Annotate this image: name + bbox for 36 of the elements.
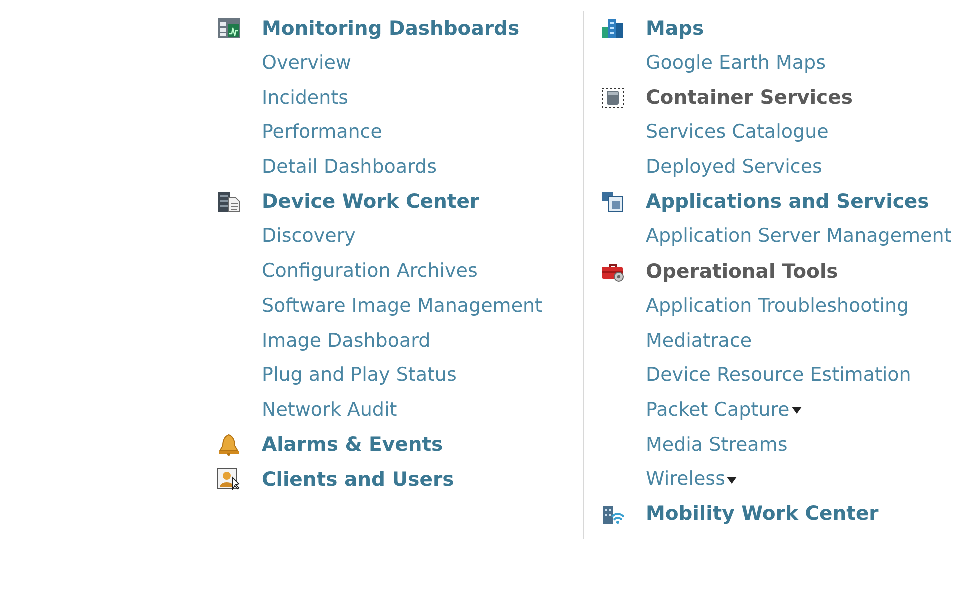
menu-link[interactable]: Configuration Archives [262, 260, 478, 282]
menu-link[interactable]: Performance [262, 121, 382, 144]
menu-link[interactable]: Detail Dashboards [262, 156, 437, 178]
section-heading-link[interactable]: Monitoring Dashboards [262, 16, 520, 40]
container-icon [600, 86, 625, 109]
section-heading-link[interactable]: Clients and Users [262, 468, 454, 491]
menu-link[interactable]: Plug and Play Status [262, 364, 457, 386]
menu-link[interactable]: Application Server Management [646, 225, 952, 248]
section-heading-link[interactable]: Device Work Center [262, 190, 480, 214]
section-heading-link[interactable]: Mobility Work Center [646, 502, 879, 526]
section-heading-link[interactable]: Maps [646, 16, 704, 40]
menu-link[interactable]: Network Audit [262, 398, 398, 421]
server-document-icon [217, 190, 241, 213]
menu-link[interactable]: Media Streams [646, 434, 788, 456]
menu-link[interactable]: Mediatrace [646, 330, 752, 352]
bell-icon [217, 434, 241, 456]
windows-icon [600, 190, 625, 213]
menu-link[interactable]: Packet Capture [646, 398, 790, 421]
menu-link[interactable]: Discovery [262, 225, 356, 248]
dashboard-icon [217, 17, 241, 40]
menu-link[interactable]: Software Image Management [262, 294, 543, 317]
menu-link[interactable]: Application Troubleshooting [646, 294, 910, 317]
menu-link[interactable]: Device Resource Estimation [646, 364, 912, 386]
menu-link[interactable]: Services Catalogue [646, 121, 829, 144]
section-heading-link[interactable]: Alarms & Events [262, 433, 444, 456]
section-heading-link[interactable]: Applications and Services [646, 190, 930, 214]
menu-link[interactable]: Wireless [646, 468, 726, 490]
menu-link[interactable]: Google Earth Maps [646, 52, 826, 74]
section-heading-link[interactable]: Container Services [646, 86, 853, 110]
menu-link[interactable]: Deployed Services [646, 156, 822, 178]
menu-link[interactable]: Image Dashboard [262, 330, 431, 352]
user-card-icon [217, 468, 241, 490]
menu-link[interactable]: Overview [262, 52, 352, 74]
menu-link[interactable]: Incidents [262, 86, 349, 109]
buildings-icon [600, 17, 625, 40]
section-heading-link[interactable]: Operational Tools [646, 260, 838, 283]
